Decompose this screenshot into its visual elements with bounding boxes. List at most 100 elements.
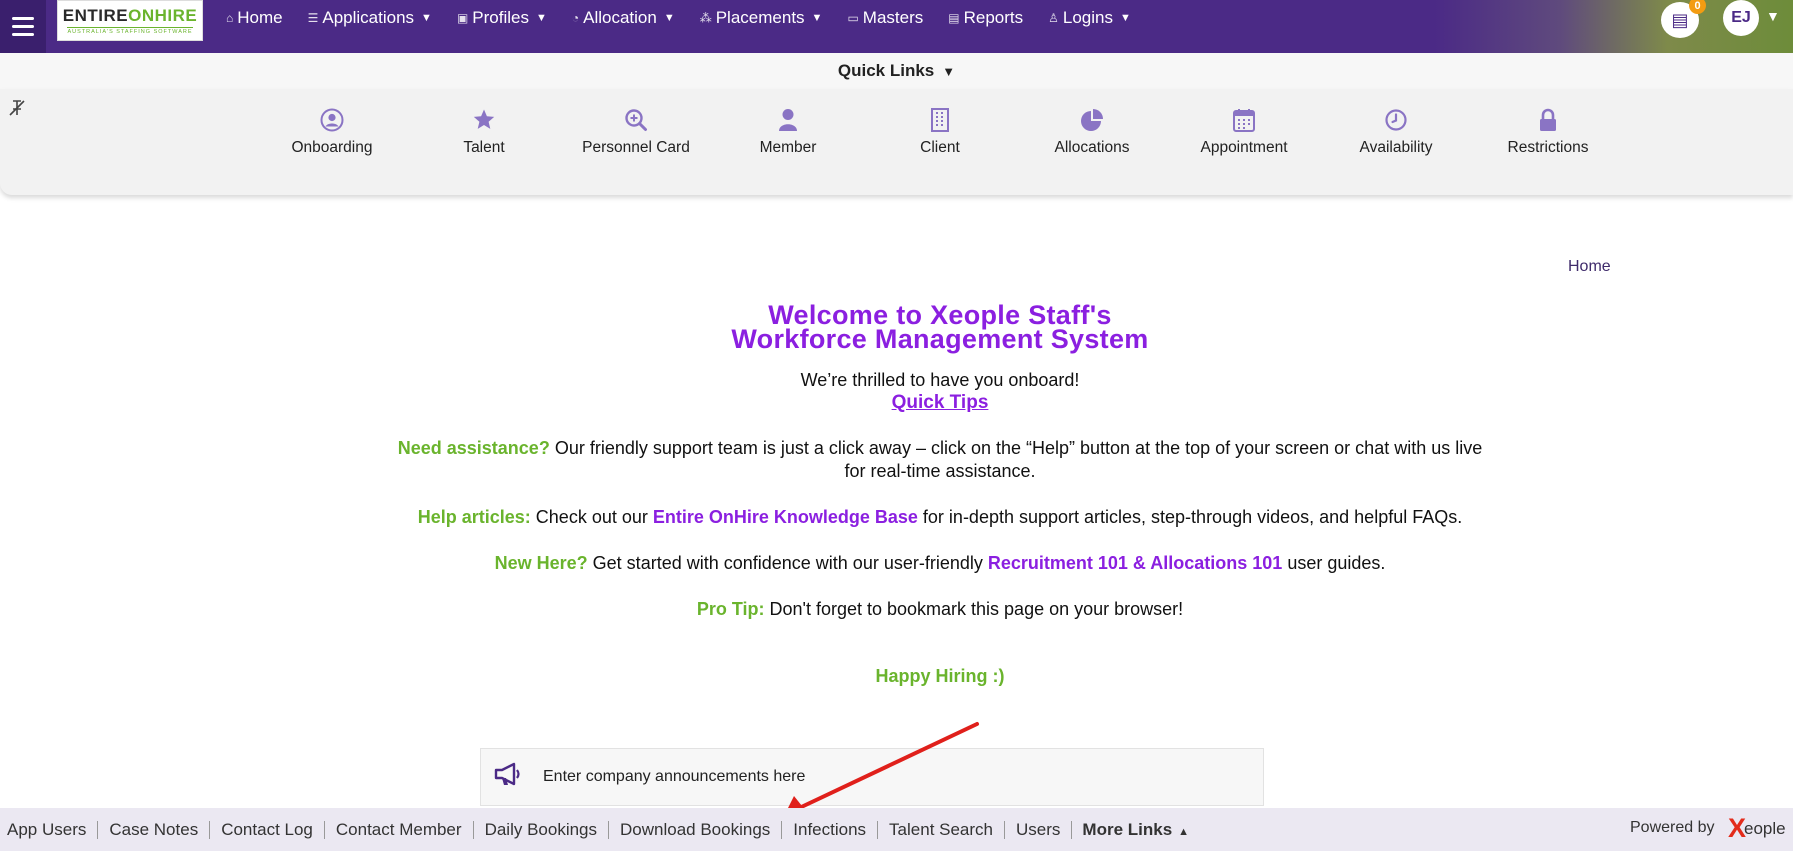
help-articles-text2: for in-depth support articles, step-thro… — [917, 507, 1463, 527]
logo-part2: ONHIRE — [128, 5, 198, 25]
help-articles-paragraph: Help articles: Check out our Entire OnHi… — [360, 506, 1520, 529]
pro-tip-label: Pro Tip: — [696, 599, 765, 619]
happy-hiring-text: Happy Hiring :) — [875, 666, 1005, 686]
quick-link-appointment[interactable]: Appointment — [1174, 105, 1314, 157]
help-articles-text1: Check out our — [530, 507, 653, 527]
chevron-down-icon: ▼ — [1120, 12, 1131, 24]
pie-chart-icon — [1022, 105, 1162, 135]
nav-placements-label: Placements — [715, 8, 805, 27]
new-here-label: New Here? — [494, 553, 588, 573]
knowledge-base-link[interactable]: Entire OnHire Knowledge Base — [653, 507, 918, 527]
powered-by-text: Powered by — [1630, 819, 1715, 836]
footer-link-app-users[interactable]: App Users — [7, 820, 99, 839]
chevron-down-icon: ▼ — [421, 12, 432, 24]
quick-tips-link[interactable]: Quick Tips — [892, 392, 989, 414]
footer-link-users[interactable]: Users — [1005, 820, 1073, 839]
xeople-logo-rest: eople — [1744, 818, 1786, 838]
footer-link-daily-bookings[interactable]: Daily Bookings — [474, 820, 610, 839]
chevron-down-icon: ▼ — [811, 12, 823, 24]
more-links-button[interactable]: More Links ▲ — [1072, 820, 1189, 840]
assistance-label: Need assistance? — [397, 438, 550, 458]
notifications-button[interactable]: ▤ 0 — [1661, 0, 1706, 38]
help-articles-label: Help articles: — [417, 507, 531, 527]
logo-tagline: AUSTRALIA'S STAFFING SOFTWARE — [67, 26, 193, 35]
pro-tip-text: Don't forget to bookmark this page on yo… — [764, 599, 1184, 619]
nav-profiles-label: Profiles — [472, 8, 529, 27]
hierarchy-icon: ⁂ — [699, 11, 712, 25]
nav-profiles[interactable]: ▣ Profiles ▼ — [457, 8, 547, 28]
quick-link-client[interactable]: Client — [870, 105, 1010, 157]
folder-icon: ▭ — [847, 11, 859, 25]
new-here-text2: user guides. — [1282, 553, 1386, 573]
nav-placements[interactable]: ⁂ Placements ▼ — [700, 8, 823, 28]
main-menu: ⌂ Home ☰ Applications ▼ ▣ Profiles ▼ ◔ A… — [226, 0, 1131, 36]
quick-link-label: Personnel Card — [582, 139, 690, 156]
footer-link-contact-log[interactable]: Contact Log — [210, 820, 325, 839]
nav-applications-label: Applications — [322, 8, 415, 27]
chevron-down-icon: ▼ — [535, 12, 547, 24]
star-icon — [414, 105, 554, 135]
nav-allocation-label: Allocation — [583, 8, 657, 27]
chevron-down-icon[interactable]: ▼ — [1766, 8, 1780, 24]
quick-link-personnel-card[interactable]: Personnel Card — [566, 105, 706, 157]
more-links-label: More Links — [1082, 819, 1173, 839]
footer-links-bar: App Users Case Notes Contact Log Contact… — [0, 808, 1793, 851]
list-icon: ☰ — [307, 11, 319, 25]
hamburger-menu-icon[interactable] — [0, 0, 46, 53]
pro-tip-paragraph: Pro Tip: Don't forget to bookmark this p… — [360, 598, 1520, 621]
id-card-icon: ▣ — [456, 11, 469, 25]
quick-link-label: Client — [920, 139, 960, 156]
logo-part1: ENTIRE — [62, 5, 129, 25]
quick-link-label: Appointment — [1200, 139, 1288, 156]
nav-masters-label: Masters — [862, 8, 924, 27]
nav-logins[interactable]: ♙ Logins ▼ — [1048, 8, 1131, 28]
pie-icon: ◔ — [571, 11, 580, 25]
quick-link-availability[interactable]: Availability — [1326, 105, 1466, 157]
user-avatar[interactable]: EJ — [1723, 0, 1759, 36]
welcome-thrilled-text: We’re thrilled to have you onboard! — [800, 370, 1080, 390]
document-icon: ▤ — [948, 11, 960, 25]
nav-masters[interactable]: ▭ Masters — [847, 8, 923, 28]
user-circle-icon — [262, 105, 402, 135]
assistance-text: Our friendly support team is just a clic… — [549, 438, 1483, 481]
quick-links-toggle[interactable]: Quick Links ▼ — [0, 53, 1793, 89]
xeople-logo[interactable]: Xeople — [1728, 813, 1786, 844]
quick-link-member[interactable]: Member — [718, 105, 858, 157]
new-here-text1: Get started with confidence with our use… — [587, 553, 988, 573]
recruitment-101-link[interactable]: Recruitment 101 — [988, 553, 1128, 573]
quick-link-talent[interactable]: Talent — [414, 105, 554, 157]
footer-link-case-notes[interactable]: Case Notes — [98, 820, 211, 839]
quick-link-label: Restrictions — [1507, 139, 1589, 156]
new-here-paragraph: New Here? Get started with confidence wi… — [360, 552, 1520, 575]
footer-link-talent-search[interactable]: Talent Search — [878, 820, 1005, 839]
footer-link-download-bookings[interactable]: Download Bookings — [609, 820, 783, 839]
nav-logins-label: Logins — [1062, 8, 1113, 27]
footer-link-infections[interactable]: Infections — [782, 820, 879, 839]
breadcrumb-home[interactable]: Home — [1568, 258, 1611, 276]
lock-icon — [1478, 105, 1618, 135]
quick-link-label: Talent — [463, 139, 505, 156]
nav-applications[interactable]: ☰ Applications ▼ — [308, 8, 432, 28]
search-plus-icon — [566, 105, 706, 135]
quick-link-allocations[interactable]: Allocations — [1022, 105, 1162, 157]
megaphone-icon — [493, 762, 523, 792]
nav-allocation[interactable]: ◔ Allocation ▼ — [572, 8, 675, 28]
announcement-text: Enter company announcements here — [543, 768, 806, 785]
quick-link-label: Onboarding — [291, 139, 373, 156]
footer-link-contact-member[interactable]: Contact Member — [325, 820, 474, 839]
entire-onhire-logo[interactable]: ENTIREONHIRE AUSTRALIA'S STAFFING SOFTWA… — [57, 0, 203, 41]
quick-link-onboarding[interactable]: Onboarding — [262, 105, 402, 157]
user-icon — [718, 105, 858, 135]
clock-icon — [1326, 105, 1466, 135]
allocations-101-link[interactable]: Allocations 101 — [1150, 553, 1282, 573]
nav-home-label: Home — [237, 8, 283, 27]
quick-link-restrictions[interactable]: Restrictions — [1478, 105, 1618, 157]
nav-home[interactable]: ⌂ Home — [226, 8, 283, 28]
quick-link-label: Member — [759, 139, 817, 156]
calendar-icon — [1174, 105, 1314, 135]
nav-reports[interactable]: ▤ Reports — [948, 8, 1023, 28]
user-icon: ♙ — [1048, 11, 1059, 25]
quick-links-panel: Onboarding Talent Personnel Card Member … — [0, 89, 1793, 195]
assistance-paragraph: Need assistance? Our friendly support te… — [360, 437, 1520, 483]
unpin-icon[interactable] — [8, 99, 26, 122]
